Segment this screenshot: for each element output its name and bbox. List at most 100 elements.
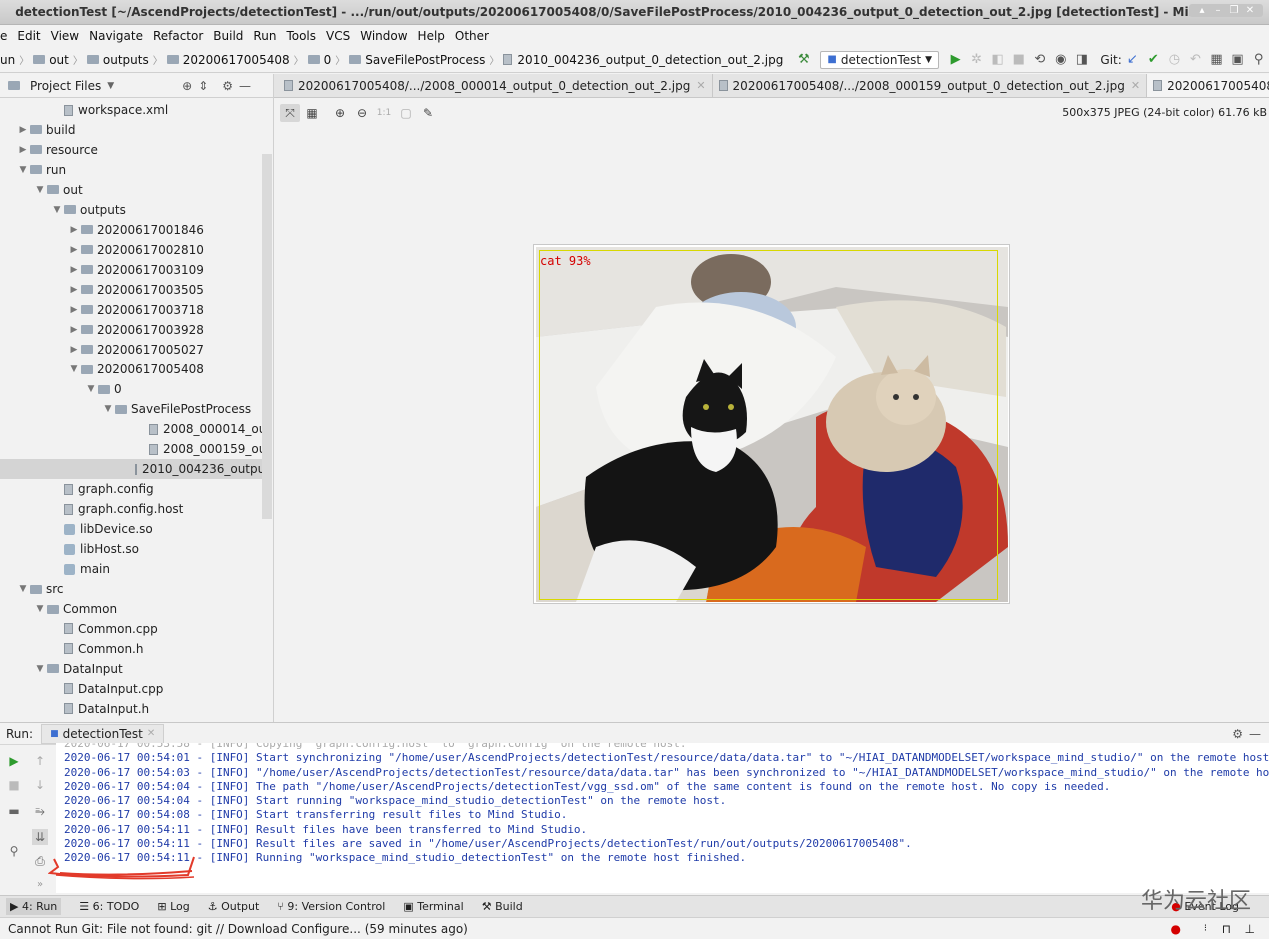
close-tab-icon[interactable]: ✕: [696, 79, 705, 92]
expand-arrow-icon[interactable]: ▼: [33, 664, 47, 674]
project-structure-icon[interactable]: ▦: [1210, 52, 1223, 68]
grid-icon[interactable]: ▦: [302, 104, 322, 122]
tree-folder[interactable]: ▶ 20200617005027: [67, 340, 204, 360]
color-picker-icon[interactable]: ✎: [418, 104, 438, 122]
window-controls[interactable]: ▴ – ❐ ✕: [1189, 4, 1263, 17]
tab-log[interactable]: ⊞ Log: [157, 900, 189, 913]
git-update-icon[interactable]: ↙: [1126, 52, 1139, 68]
menu-help[interactable]: Help: [413, 29, 450, 43]
tree-file[interactable]: main: [50, 559, 110, 579]
close-tab-icon[interactable]: ✕: [147, 728, 155, 739]
zoom-in-icon[interactable]: ⊕: [330, 104, 350, 122]
tree-folder[interactable]: ▼ 20200617005408: [67, 359, 204, 379]
chevron-down-icon[interactable]: ▼: [107, 81, 114, 91]
tree-file[interactable]: DataInput.h: [50, 699, 149, 719]
tree-folder[interactable]: ▶ 20200617003109: [67, 260, 204, 280]
collapse-arrow-icon[interactable]: ▶: [67, 265, 81, 275]
lock-icon[interactable]: ⊓: [1222, 922, 1231, 936]
project-tree-scrollbar[interactable]: [262, 154, 272, 519]
menu-navigate[interactable]: Navigate: [84, 29, 148, 43]
sync-icon[interactable]: ⟲: [1033, 52, 1046, 68]
git-commit-icon[interactable]: ✔: [1147, 52, 1160, 68]
collapse-arrow-icon[interactable]: ▶: [67, 325, 81, 335]
tree-folder[interactable]: ▶ 20200617002810: [67, 240, 204, 260]
expand-arrow-icon[interactable]: ▼: [84, 384, 98, 394]
expand-arrow-icon[interactable]: ▼: [101, 404, 115, 414]
tree-folder[interactable]: ▼ DataInput: [33, 659, 123, 679]
close-icon[interactable]: ✕: [1243, 5, 1257, 16]
tab-output[interactable]: ⚓ Output: [208, 900, 260, 913]
tab-run[interactable]: ▶ 4: Run: [6, 898, 62, 915]
tab-terminal[interactable]: ▣ Terminal: [403, 900, 463, 913]
shade-icon[interactable]: –: [1211, 5, 1225, 16]
hide-icon[interactable]: —: [1249, 727, 1261, 741]
run-console-output[interactable]: 2020-06-17 00:53:58 - [INFO] Copying "gr…: [56, 743, 1269, 893]
stop-icon[interactable]: ■: [6, 777, 22, 793]
menu-window[interactable]: Window: [355, 29, 412, 43]
menu-refactor[interactable]: Refactor: [148, 29, 208, 43]
project-view-selector[interactable]: Project Files: [30, 79, 101, 93]
tree-folder[interactable]: ▼ outputs: [50, 200, 126, 220]
tree-file[interactable]: Common.h: [50, 639, 143, 659]
tree-folder[interactable]: ▼ out: [33, 180, 83, 200]
terminal-icon[interactable]: ▣: [1231, 52, 1244, 68]
more-icon[interactable]: »: [32, 877, 48, 893]
coverage-icon[interactable]: ◧: [991, 52, 1004, 68]
collapse-arrow-icon[interactable]: ▶: [67, 305, 81, 315]
zoom-out-icon[interactable]: ⊖: [352, 104, 372, 122]
print-icon[interactable]: ⎙: [32, 853, 48, 869]
layout-icon[interactable]: ▬: [6, 803, 22, 819]
expand-arrow-icon[interactable]: ▼: [16, 584, 30, 594]
tree-file[interactable]: 2008_000159_output_: [135, 439, 262, 459]
tab-build[interactable]: ⚒ Build: [482, 900, 523, 913]
pin-icon[interactable]: ⚲: [6, 843, 22, 859]
expand-arrow-icon[interactable]: ▼: [16, 165, 30, 175]
maximize-icon[interactable]: ❐: [1227, 5, 1241, 16]
minimize-icon[interactable]: ▴: [1195, 5, 1209, 16]
menu-view[interactable]: View: [46, 29, 84, 43]
tree-folder[interactable]: ▼ SaveFilePostProcess: [101, 399, 252, 419]
tree-folder[interactable]: ▼ 0: [84, 379, 122, 399]
collapse-arrow-icon[interactable]: ▶: [67, 245, 81, 255]
actual-size-button[interactable]: 1:1: [374, 104, 394, 122]
locate-icon[interactable]: ⊕: [182, 79, 192, 93]
collapse-arrow-icon[interactable]: ▶: [16, 125, 30, 135]
stop-icon[interactable]: ■: [1012, 52, 1025, 68]
expand-arrow-icon[interactable]: ▼: [33, 185, 47, 195]
tree-file[interactable]: DataInput.cpp: [50, 679, 163, 699]
collapse-arrow-icon[interactable]: ▶: [67, 345, 81, 355]
soft-wrap-icon[interactable]: ⥱: [32, 803, 48, 819]
collapse-arrow-icon[interactable]: ▶: [67, 285, 81, 295]
tab-todo[interactable]: ☰ 6: TODO: [79, 900, 139, 913]
tree-folder[interactable]: ▶ 20200617001846: [67, 220, 204, 240]
breadcrumb-item[interactable]: 2010_004236_output_0_detection_out_2.jpg: [503, 53, 783, 67]
tree-folder[interactable]: ▶ resource: [16, 140, 98, 160]
image-viewer[interactable]: cat 93%: [533, 244, 1010, 604]
hammer-build-icon[interactable]: ⚒: [797, 52, 810, 68]
user-icon[interactable]: ⊥: [1245, 922, 1255, 936]
revert-icon[interactable]: ↶: [1189, 52, 1202, 68]
tree-folder[interactable]: ▼ Common: [33, 599, 118, 619]
rerun-icon[interactable]: ▶: [6, 753, 22, 769]
fit-window-icon[interactable]: ▢: [396, 104, 416, 122]
tree-file[interactable]: workspace.xml: [50, 100, 168, 120]
gear-icon[interactable]: ⚙: [1232, 727, 1243, 741]
tree-file[interactable]: Common.cpp: [50, 619, 158, 639]
tree-folder[interactable]: ▼ run: [16, 160, 67, 180]
scroll-up-icon[interactable]: ↑: [32, 753, 48, 769]
run-icon[interactable]: ▶: [949, 52, 962, 68]
tree-folder[interactable]: ▶ 20200617003505: [67, 280, 204, 300]
device-icon[interactable]: ◨: [1075, 52, 1088, 68]
breadcrumb-item[interactable]: SaveFilePostProcess 〉: [349, 52, 503, 67]
tree-file[interactable]: graph.config: [50, 479, 154, 499]
eye-icon[interactable]: ◉: [1054, 52, 1067, 68]
history-icon[interactable]: ◷: [1168, 52, 1181, 68]
hide-icon[interactable]: —: [239, 79, 251, 93]
breadcrumb-item[interactable]: un 〉: [0, 52, 33, 68]
debug-icon[interactable]: ✲: [970, 52, 983, 68]
editor-tab-active[interactable]: 20200617005408/.../2010_0042: [1147, 74, 1269, 97]
collapse-arrow-icon[interactable]: ▶: [16, 145, 30, 155]
tab-version-control[interactable]: ⑂ 9: Version Control: [277, 900, 385, 913]
menu-edit[interactable]: Edit: [12, 29, 45, 43]
breadcrumb-item[interactable]: outputs 〉: [86, 52, 167, 67]
